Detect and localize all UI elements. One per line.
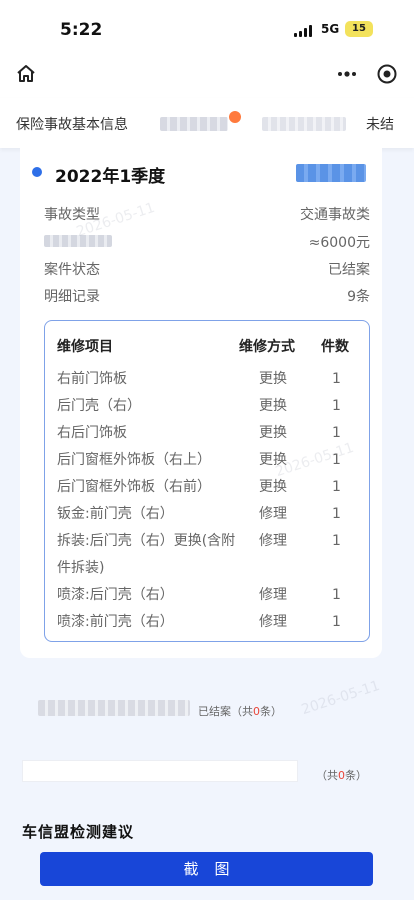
battery-icon: 15	[345, 21, 373, 37]
tab-unsettled[interactable]: 未结	[366, 114, 394, 134]
redacted-record[interactable]	[38, 700, 190, 716]
cell-qty: 1	[332, 425, 341, 441]
cell-qty: 1	[332, 479, 341, 495]
cell-qty: 1	[332, 587, 341, 603]
redacted-record-field[interactable]	[22, 760, 298, 782]
claim-card: 2022年1季度 事故类型 交通事故类 ≈6000元 案件状态 已结案 明细记录…	[20, 148, 382, 658]
watermark: 2026-05-11	[299, 677, 382, 719]
cell-item: 右后门饰板	[57, 425, 127, 441]
record-count: 0	[253, 705, 260, 718]
info-label: 事故类型	[44, 207, 100, 223]
info-value: 已结案	[328, 262, 370, 278]
info-value: 交通事故类	[300, 207, 370, 223]
tab-accident-info[interactable]: 保险事故基本信息	[16, 114, 128, 134]
cell-qty: 1	[332, 614, 341, 630]
screenshot-button[interactable]: 截图	[40, 852, 373, 886]
header-repair-item: 维修项目	[57, 339, 113, 355]
cell-method: 更换	[259, 371, 287, 387]
status-bar: 5:22 5G 15	[0, 0, 414, 52]
cell-qty: 1	[332, 371, 341, 387]
cell-item: 后门窗框外饰板（右前）	[57, 479, 211, 495]
cell-qty: 1	[332, 506, 341, 522]
redacted-value	[296, 164, 366, 182]
cell-method: 修理	[259, 533, 287, 549]
battery-level: 15	[352, 23, 366, 34]
cell-method: 修理	[259, 614, 287, 630]
info-label: 明细记录	[44, 289, 100, 305]
cell-item: 拆装:后门壳（右）更换(含附件拆装)	[57, 533, 236, 576]
header-quantity: 件数	[321, 339, 349, 355]
tab-bar: 保险事故基本信息 未结	[0, 98, 414, 148]
info-label: 案件状态	[44, 262, 100, 278]
network-label: 5G	[321, 22, 340, 36]
home-icon[interactable]	[14, 62, 38, 86]
redacted-label	[44, 235, 112, 247]
record-count-label: （共0条）	[316, 769, 367, 782]
info-value: ≈6000元	[308, 235, 370, 251]
cell-qty: 1	[332, 398, 341, 414]
record-count: 0	[338, 769, 345, 782]
cell-item: 喷漆:前门壳（右）	[57, 614, 174, 630]
cell-item: 后门窗框外饰板（右上）	[57, 452, 211, 468]
quarter-title: 2022年1季度	[55, 167, 166, 187]
status-time: 5:22	[60, 20, 103, 40]
info-value: 9条	[347, 289, 370, 305]
cell-method: 更换	[259, 479, 287, 495]
section-title: 车信盟检测建议	[22, 823, 135, 841]
cell-method: 修理	[259, 506, 287, 522]
tab-badge	[229, 111, 241, 123]
cell-qty: 1	[332, 533, 341, 549]
nav-bar	[0, 52, 414, 98]
bullet-dot	[32, 167, 42, 177]
record-status: 已结案（共0条）	[198, 705, 282, 718]
target-icon[interactable]	[375, 62, 399, 86]
cell-item: 喷漆:后门壳（右）	[57, 587, 174, 603]
cell-method: 更换	[259, 398, 287, 414]
cell-item: 右前门饰板	[57, 371, 127, 387]
cell-item: 后门壳（右）	[57, 398, 141, 414]
signal-icon	[294, 25, 316, 37]
repair-table: 维修项目 维修方式 件数 右前门饰板 更换 1 后门壳（右） 更换 1 右后门饰…	[44, 320, 370, 642]
cell-qty: 1	[332, 452, 341, 468]
header-repair-method: 维修方式	[239, 339, 295, 355]
cell-item: 钣金:前门壳（右）	[57, 506, 174, 522]
tab-redacted-1[interactable]	[160, 117, 228, 131]
cell-method: 修理	[259, 587, 287, 603]
cell-method: 更换	[259, 425, 287, 441]
tab-redacted-2[interactable]	[262, 117, 346, 131]
cell-method: 更换	[259, 452, 287, 468]
more-icon[interactable]	[336, 62, 358, 86]
